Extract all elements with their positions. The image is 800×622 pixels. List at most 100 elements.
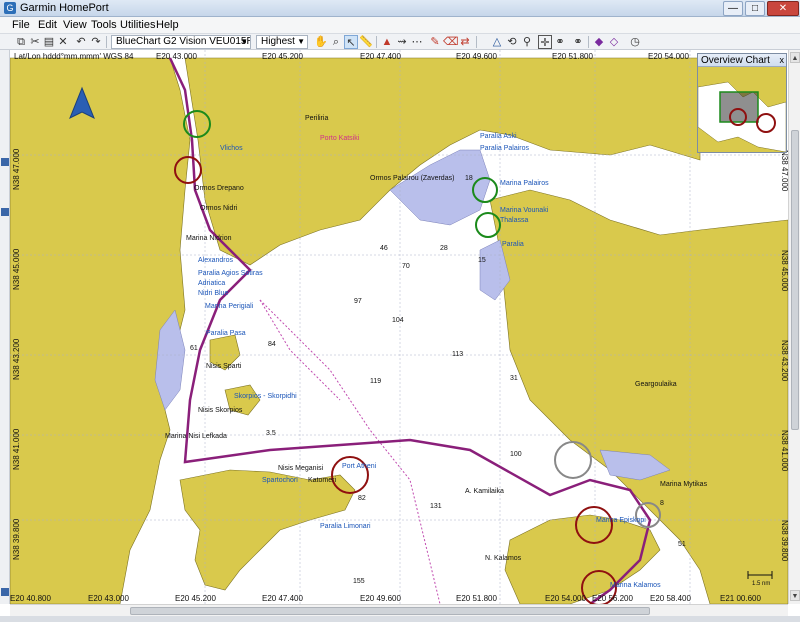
place-label: Ormos Nidri [200, 205, 238, 212]
overview-title: Overview Chart [701, 55, 770, 66]
clock-icon[interactable]: ◷ [628, 35, 642, 49]
place-label: Port Atheni [342, 463, 377, 470]
select-tool-icon[interactable]: ↖ [344, 35, 358, 49]
depth-sounding: 28 [440, 245, 448, 252]
lat-left-label: N38 45.000 [12, 248, 21, 290]
scroll-up-arrow-icon[interactable]: ▲ [790, 52, 800, 63]
depth-sounding: 119 [370, 378, 381, 385]
zoom-tool-icon[interactable]: ⌕ [329, 35, 343, 49]
bottom-lon-label: E20 51.800 [456, 594, 497, 603]
menu-view[interactable]: View [63, 19, 87, 31]
place-label: Marina Nisi Lefkada [165, 433, 227, 440]
window-title: Garmin HomePort [20, 2, 109, 14]
menu-utilities[interactable]: Utilities [120, 19, 155, 31]
title-bar: G Garmin HomePort — □ ✕ [0, 0, 800, 17]
status-bar [0, 616, 800, 622]
overview-minimap[interactable] [698, 67, 786, 152]
app-icon: G [4, 2, 16, 14]
delete-icon[interactable]: ✕ [56, 35, 70, 49]
bottom-lon-label: E20 47.400 [262, 594, 303, 603]
depth-sounding: 3.5 [266, 430, 276, 437]
waypoint-tool-icon[interactable]: ▲ [380, 35, 394, 49]
chevron-down-icon: ▼ [297, 37, 305, 46]
binoculars-icon[interactable]: ⚭ [553, 35, 567, 49]
lat-left-label: N38 47.000 [12, 148, 21, 190]
diamond-outline-icon[interactable]: ◇ [607, 35, 621, 49]
depth-sounding: 104 [392, 317, 404, 324]
transfer-icon[interactable]: ⇄ [458, 35, 472, 49]
place-label: Marina Vounaki [500, 207, 549, 214]
toolbar-separator [376, 36, 377, 48]
place-label: Periliria [305, 115, 328, 122]
overview-close-button[interactable]: x [780, 54, 785, 67]
place-label: Paralia Palairos [480, 145, 530, 152]
diamond-icon[interactable]: ◆ [592, 35, 606, 49]
bottom-lon-label: E20 40.800 [10, 594, 51, 603]
menu-help[interactable]: Help [156, 19, 179, 31]
place-label: Porto Katsiki [320, 135, 360, 142]
scroll-down-arrow-icon[interactable]: ▼ [790, 590, 800, 601]
route-tool-icon[interactable]: ⇝ [395, 35, 409, 49]
triangle-icon[interactable]: △ [490, 35, 504, 49]
place-label: Ormos Drepano [194, 185, 244, 192]
horizontal-scrollbar[interactable] [10, 604, 788, 616]
vertical-scrollbar[interactable]: ▲ ▼ [788, 50, 800, 604]
panel-toggle-button[interactable] [1, 588, 9, 596]
edit-icon[interactable]: ✎ [428, 35, 442, 49]
place-label: Paralia Agios Sotiras [198, 270, 263, 277]
refresh-icon[interactable]: ⟲ [505, 35, 519, 49]
nautical-chart[interactable]: Lat/Lon hddd°mm.mmm' WGS 84 E20 43.000 E… [10, 50, 788, 604]
bottom-lon-label: E20 58.400 [650, 594, 691, 603]
depth-sounding: 46 [380, 245, 388, 252]
find-icon[interactable]: ⚲ [520, 35, 534, 49]
measure-tool-icon[interactable]: 📏 [359, 35, 373, 49]
chart-select[interactable]: BlueChart G2 Vision VEU015R 2010 ▼ [111, 35, 251, 49]
cut-icon[interactable]: ✂ [28, 35, 42, 49]
bottom-lon-label: E20 43.000 [88, 594, 129, 603]
top-lon-label: E20 49.600 [456, 52, 497, 61]
detail-select[interactable]: Highest ▼ [256, 35, 308, 49]
place-label: Marina Palairos [500, 180, 549, 187]
minimize-button[interactable]: — [723, 1, 743, 16]
copy-icon[interactable]: ⧉ [14, 35, 28, 49]
erase-icon[interactable]: ⌫ [443, 35, 459, 49]
coord-format-label: Lat/Lon hddd°mm.mmm' WGS 84 [14, 52, 134, 61]
bottom-lon-label: E20 56.200 [592, 594, 633, 603]
depth-sounding: 18 [465, 175, 473, 182]
menu-edit[interactable]: Edit [38, 19, 57, 31]
redo-icon[interactable]: ↷ [89, 35, 103, 49]
menu-file[interactable]: File [12, 19, 30, 31]
scroll-thumb[interactable] [791, 130, 799, 430]
place-label: Paralia Limonari [320, 523, 371, 530]
paste-icon[interactable]: ▤ [42, 35, 56, 49]
crosshair-icon[interactable]: ✛ [538, 35, 552, 49]
bottom-lon-label: E20 49.600 [360, 594, 401, 603]
panel-toggle-button[interactable] [1, 208, 9, 216]
maximize-button[interactable]: □ [745, 1, 765, 16]
place-label: Nisis Meganisi [278, 465, 324, 472]
overview-title-bar: Overview Chart x [698, 54, 786, 67]
place-label: Nisis Sparti [206, 363, 242, 370]
panel-toggle-button[interactable] [1, 158, 9, 166]
top-lon-label: E20 45.200 [262, 52, 303, 61]
close-button[interactable]: ✕ [767, 1, 799, 16]
depth-sounding: 131 [430, 503, 442, 510]
overview-chart-panel[interactable]: Overview Chart x [697, 53, 787, 153]
menu-tools[interactable]: Tools [91, 19, 117, 31]
place-label: Marina Mytikas [660, 481, 708, 488]
depth-sounding: 82 [358, 495, 366, 502]
depth-sounding: 70 [402, 263, 410, 270]
place-label: Nisis Skorpios [198, 407, 243, 414]
chart-map[interactable]: Lat/Lon hddd°mm.mmm' WGS 84 E20 43.000 E… [10, 50, 788, 604]
binoculars-icon[interactable]: ⚭ [571, 35, 585, 49]
place-label: Paralia Pasa [206, 330, 246, 337]
track-tool-icon[interactable]: ⋯ [410, 35, 424, 49]
hand-tool-icon[interactable]: ✋ [314, 35, 328, 49]
undo-icon[interactable]: ↶ [74, 35, 88, 49]
place-label: Marina Kalamos [610, 582, 661, 589]
place-label: Skorpios - Skorpidhi [234, 393, 297, 400]
place-label: Nidri Blue [198, 290, 228, 297]
scroll-thumb[interactable] [130, 607, 650, 615]
depth-sounding: 100 [510, 451, 522, 458]
place-label: Vlichos [220, 145, 243, 152]
